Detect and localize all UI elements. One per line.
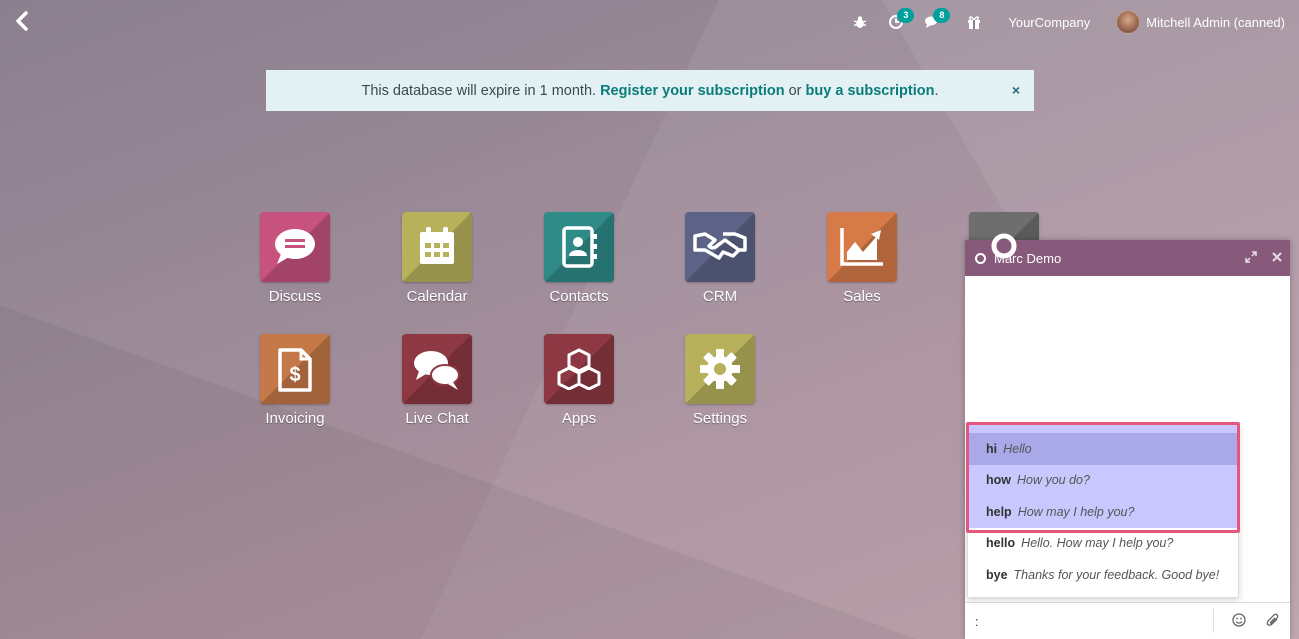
close-icon	[1272, 252, 1282, 262]
bug-icon	[854, 16, 867, 28]
svg-text:$: $	[289, 364, 300, 386]
expiration-banner: This database will expire in 1 month. Re…	[266, 70, 1034, 111]
comments-icon	[414, 351, 460, 390]
canned-responses-dropdown: hi Hello how How you do? help How may I …	[967, 423, 1239, 598]
canned-substitution: How you do?	[1017, 473, 1090, 488]
app-live-chat[interactable]: Live Chat	[382, 334, 492, 444]
app-tile: $	[260, 334, 330, 404]
app-tile	[402, 212, 472, 282]
app-tile	[685, 212, 755, 282]
close-icon[interactable]: ×	[1012, 82, 1020, 98]
canned-response-item[interactable]: hello Hello. How may I help you?	[968, 528, 1238, 560]
app-label: Sales	[843, 288, 881, 305]
app-tile	[260, 212, 330, 282]
paperclip-icon	[1266, 613, 1279, 626]
app-label: CRM	[702, 288, 738, 305]
chat-bubble-icon	[275, 229, 315, 264]
app-tile	[402, 334, 472, 404]
banner-text-end: .	[934, 82, 939, 99]
company-name: YourCompany	[1008, 14, 1091, 30]
debug-button[interactable]	[852, 14, 868, 30]
canned-substitution: Thanks for your feedback. Good bye!	[1013, 567, 1220, 582]
messages-badge: 8	[933, 8, 951, 23]
chevron-left-icon	[16, 11, 28, 31]
canned-shortcode: bye	[986, 567, 1008, 582]
back-button[interactable]	[12, 10, 34, 32]
expand-button[interactable]	[1238, 250, 1264, 266]
app-label: Calendar	[406, 288, 468, 305]
buy-subscription-link[interactable]: buy a subscription	[806, 83, 935, 99]
attach-button[interactable]	[1256, 613, 1290, 630]
app-crm[interactable]: CRM	[665, 212, 775, 322]
gear-icon	[700, 349, 740, 389]
app-tile	[544, 334, 614, 404]
divider	[1213, 609, 1214, 633]
canned-shortcode: how	[986, 473, 1011, 488]
app-tile	[544, 212, 614, 282]
activities-badge: 3	[897, 8, 915, 23]
app-label: Contacts	[549, 288, 609, 305]
app-calendar[interactable]: Calendar	[382, 212, 492, 322]
systray: 3 8 YourCompany Mitchell Admin (canned)	[832, 8, 1285, 36]
canned-shortcode: hi	[986, 441, 998, 456]
app-label: Apps	[561, 410, 597, 427]
cubes-icon	[557, 348, 601, 391]
smiley-icon	[1232, 612, 1246, 627]
banner-text: This database will expire in 1 month.	[361, 82, 601, 99]
close-button[interactable]	[1264, 251, 1290, 265]
app-settings[interactable]: Settings	[665, 334, 775, 444]
message-input[interactable]	[965, 603, 1213, 639]
messages-button[interactable]: 8	[924, 8, 951, 30]
activities-button[interactable]: 3	[888, 8, 915, 30]
app-invoicing[interactable]: $ Invoicing	[240, 334, 350, 444]
invoice-icon: $	[278, 348, 312, 392]
canned-response-item[interactable]: how How you do?	[968, 464, 1238, 496]
user-name: Mitchell Admin (canned)	[1146, 14, 1285, 30]
chat-title: Marc Demo	[994, 250, 1062, 266]
user-menu[interactable]: Mitchell Admin (canned)	[1116, 10, 1285, 34]
gift-icon	[968, 16, 981, 29]
canned-shortcode: help	[986, 504, 1012, 519]
dropdown-padding	[968, 424, 1238, 433]
app-tile	[685, 334, 755, 404]
app-apps[interactable]: Apps	[524, 334, 634, 444]
canned-substitution: Hello. How may I help you?	[1021, 536, 1174, 551]
app-label: Invoicing	[265, 410, 325, 427]
expand-icon	[1245, 250, 1257, 263]
app-label: Settings	[692, 410, 748, 427]
banner-text-mid: or	[784, 82, 806, 99]
register-subscription-link[interactable]: Register your subscription	[600, 83, 785, 99]
canned-response-item[interactable]: hi Hello	[968, 433, 1238, 465]
app-tile	[827, 212, 897, 282]
canned-substitution: How may I help you?	[1017, 504, 1135, 519]
app-discuss[interactable]: Discuss	[240, 212, 350, 322]
gift-button[interactable]	[966, 14, 982, 30]
app-label: Discuss	[268, 288, 322, 305]
company-switcher[interactable]: YourCompany	[1008, 15, 1090, 30]
app-contacts[interactable]: Contacts	[524, 212, 634, 322]
canned-response-item[interactable]: bye Thanks for your feedback. Good bye!	[968, 559, 1238, 591]
link-icon	[991, 233, 1017, 259]
app-label: Live Chat	[405, 410, 469, 427]
canned-substitution: Hello	[1003, 441, 1032, 456]
emoji-button[interactable]	[1222, 612, 1256, 630]
chat-composer	[965, 602, 1290, 639]
chart-area-icon	[840, 228, 883, 266]
canned-response-item[interactable]: help How may I help you?	[968, 496, 1238, 528]
canned-shortcode: hello	[986, 536, 1016, 551]
app-sales[interactable]: Sales	[807, 212, 917, 322]
calendar-icon	[420, 227, 454, 264]
address-book-icon	[562, 226, 597, 268]
handshake-icon	[693, 232, 747, 260]
avatar	[1116, 10, 1141, 34]
